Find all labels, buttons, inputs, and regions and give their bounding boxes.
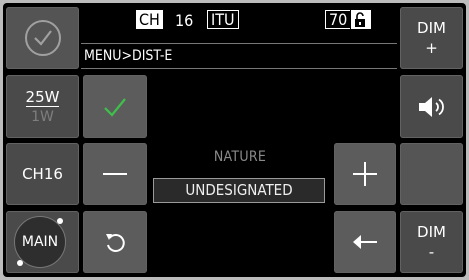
knob-dot-bottom	[17, 260, 23, 266]
power-high-label: 25W	[25, 87, 60, 107]
power-toggle-button[interactable]: 25W 1W	[6, 75, 79, 138]
knob-dot-top	[57, 218, 63, 224]
plus-button[interactable]	[334, 143, 396, 205]
nature-value-field[interactable]: UNDESIGNATED	[153, 178, 325, 203]
band-label: ITU	[207, 10, 239, 29]
main-button[interactable]: MAIN	[6, 211, 79, 273]
main-knob: MAIN	[14, 216, 66, 268]
undo-icon	[106, 234, 125, 252]
breadcrumb: MENU>DIST-E	[81, 43, 397, 69]
dim-minus-button[interactable]: DIM -	[400, 211, 463, 273]
field-label: NATURE	[213, 149, 267, 165]
speaker-button[interactable]	[400, 75, 463, 138]
dim-plus-bottom-label: +	[425, 39, 438, 57]
radio-device: 25W 1W CH16 MAIN CH 16 ITU 70 MENU>DIST-…	[0, 0, 469, 280]
speaker-icon	[418, 96, 444, 117]
channel-number: 16	[175, 11, 194, 30]
back-button[interactable]	[334, 211, 396, 273]
back-arrow-icon	[353, 235, 377, 249]
dim-minus-top-label: DIM	[417, 223, 446, 241]
unlock-icon	[351, 10, 371, 29]
channel-tag: CH	[136, 10, 163, 29]
undo-button[interactable]	[83, 211, 147, 273]
circle-check-icon	[24, 20, 61, 56]
minus-button[interactable]	[83, 143, 147, 205]
confirm-circle-button[interactable]	[6, 7, 79, 69]
check-icon	[104, 97, 126, 117]
minus-icon	[103, 173, 127, 175]
edit-panel: NATURE UNDESIGNATED	[148, 71, 332, 273]
blank-right-button[interactable]	[400, 143, 463, 205]
power-low-label: 1W	[31, 108, 54, 125]
check-button[interactable]	[83, 75, 147, 138]
dim-plus-button[interactable]: DIM +	[400, 7, 463, 69]
dim-plus-top-label: DIM	[417, 19, 446, 37]
ch16-label: CH16	[22, 165, 63, 183]
main-label: MAIN	[21, 234, 59, 250]
breadcrumb-text: MENU>DIST-E	[84, 48, 173, 64]
status-bar: CH 16 ITU 70	[81, 7, 395, 41]
dim-minus-bottom-label: -	[428, 243, 435, 261]
power-level-label: 70	[325, 10, 351, 29]
plus-icon	[353, 162, 377, 186]
ch16-button[interactable]: CH16	[6, 143, 79, 205]
